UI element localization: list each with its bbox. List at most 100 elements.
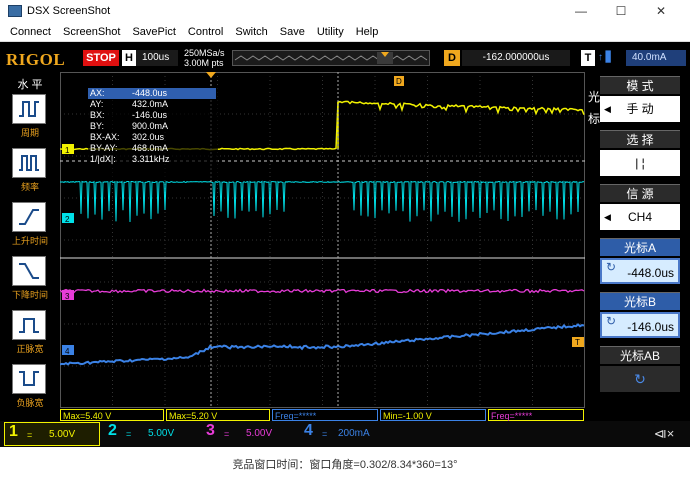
delay-value[interactable]: -162.000000us: [462, 50, 570, 66]
rotate-knob-icon: ↻: [634, 371, 646, 387]
channel-2-scale: 5.00V: [148, 428, 175, 439]
channel-1-tab[interactable]: 1 = 5.00V: [4, 422, 100, 446]
oscilloscope-app: DSX ScreenShot — ☐ ✕ Connect ScreenShot …: [0, 0, 690, 447]
cursor-a-value[interactable]: ↻ -448.0us: [600, 258, 680, 284]
readout-row: BY: 900.0mA: [90, 121, 169, 131]
channel-3-scale: 5.00V: [246, 428, 273, 439]
memory-ruler-graphic: [234, 52, 428, 64]
measurement-status-bar: Max=5.40 V Max=5.20 V Freq=***** Min=-1.…: [60, 409, 585, 421]
cursor-menu-title: 光标: [588, 90, 601, 126]
cursor-ab-header: 光标AB: [600, 346, 680, 364]
ch2-max: Max=5.20 V: [166, 409, 270, 421]
left-menu-header: 水 平: [17, 79, 43, 91]
menu-connect[interactable]: Connect: [10, 26, 51, 38]
channel-4-number: 4: [304, 422, 313, 439]
min-value: Min=-1.00 V: [380, 409, 486, 421]
channel-4-tab[interactable]: 4 = 200mA: [298, 422, 394, 446]
rotate-knob-icon: ↻: [606, 260, 617, 274]
channel-3-tab[interactable]: 3 = 5.00V: [200, 422, 296, 446]
readout-row: AY: 432.0mA: [90, 99, 169, 109]
left-measure-menu: 水 平 周期 频率 上升时间 下降时间 正脉宽 负脉宽: [0, 72, 60, 412]
period-icon: [19, 101, 39, 117]
select-header: 选 择: [600, 130, 680, 148]
waveform-display[interactable]: 1 2 3 4 T D AX: -448.0us AY: 432.0mA BX: -146.0u…: [60, 72, 585, 408]
menu-screenshot[interactable]: ScreenShot: [63, 26, 120, 38]
channel-3-marker-label: 3: [65, 292, 70, 301]
left-arrow-icon: ◀: [604, 212, 611, 222]
channel-2-number: 2: [108, 422, 117, 439]
source-select[interactable]: ◀ CH4: [600, 204, 680, 230]
cursor-readout-panel: AX: -448.0us AY: 432.0mA BX: -146.0us BY: 90…: [88, 88, 218, 178]
timebase-value[interactable]: 100us: [136, 50, 178, 66]
channel-3-coupling: =: [224, 429, 230, 439]
close-button[interactable]: ✕: [646, 0, 676, 22]
memory-depth: 3.00M pts: [184, 58, 224, 68]
rise-time-label: 上升时间: [11, 236, 48, 246]
frequency-button[interactable]: [12, 148, 46, 178]
maximize-button[interactable]: ☐: [606, 0, 636, 22]
readout-row: BX: -146.0us: [90, 110, 168, 120]
channel-1-marker-label: 1: [65, 146, 70, 155]
delay-key: D: [444, 50, 460, 66]
channel-1-scale: 5.00V: [49, 429, 76, 440]
fall-time-button[interactable]: [12, 256, 46, 286]
sample-rate: 250MSa/s: [184, 48, 225, 58]
trigger-position-marker: [206, 72, 216, 78]
period-button[interactable]: [12, 94, 46, 124]
negative-width-button[interactable]: [12, 364, 46, 394]
ch1-max: Max=5.40 V: [60, 409, 164, 421]
readout-row: BX-AX: 302.0us: [90, 132, 165, 142]
cursor-menu: 光标 模 式 ◀ 手 动 选 择 | ¦ 信 源 ◀ CH4 光标A ↻ -448.0…: [588, 72, 690, 412]
title-bar: DSX ScreenShot — ☐ ✕: [0, 0, 690, 22]
menu-utility[interactable]: Utility: [317, 26, 344, 38]
left-arrow-icon: ◀: [604, 104, 611, 114]
menu-control[interactable]: Control: [188, 26, 223, 38]
trigger-level-marker-label: T: [575, 338, 580, 347]
freq-1: Freq=*****: [272, 409, 378, 421]
period-label: 周期: [20, 128, 39, 138]
rotate-knob-icon: ↻: [606, 314, 617, 328]
minimize-button[interactable]: —: [566, 0, 596, 22]
app-logo-icon: [8, 5, 22, 17]
cursor-b-value[interactable]: ↻ -146.0us: [600, 312, 680, 338]
mode-header: 模 式: [600, 76, 680, 94]
cursor-ab-knob[interactable]: ↻: [600, 366, 680, 392]
menu-savepict[interactable]: SavePict: [132, 26, 175, 38]
fall-time-label: 下降时间: [11, 290, 48, 300]
positive-width-label: 正脉宽: [16, 344, 44, 354]
scope-top-bar: RIGOL STOP H 100us 250MSa/s 3.00M pts D …: [0, 44, 690, 72]
trigger-edge-icon: ↑ ▋: [598, 52, 614, 63]
rise-time-button[interactable]: [12, 202, 46, 232]
channel-3-number: 3: [206, 422, 215, 439]
channel-bar: 1 = 5.00V 2 = 5.00V 3 = 5.00V 4 = 200mA …: [0, 421, 690, 447]
select-value[interactable]: | ¦: [600, 150, 680, 176]
negative-width-icon: [19, 371, 39, 386]
source-header: 信 源: [600, 184, 680, 202]
menu-bar: Connect ScreenShot SavePict Control Swit…: [0, 22, 690, 42]
freq-2: Freq=*****: [488, 409, 584, 421]
fall-time-icon: [19, 263, 39, 279]
run-stop-indicator[interactable]: STOP: [83, 50, 119, 66]
rise-time-icon: [19, 209, 39, 225]
channel-2-coupling: =: [126, 429, 132, 439]
trigger-level[interactable]: 40.0mA: [626, 50, 686, 66]
menu-help[interactable]: Help: [356, 26, 379, 38]
mode-select[interactable]: ◀ 手 动: [600, 96, 680, 122]
speaker-icon[interactable]: ⧏×: [646, 422, 682, 446]
channel-4-scale: 200mA: [338, 428, 370, 439]
trigger-key: T: [581, 50, 595, 66]
horizontal-key: H: [122, 50, 136, 66]
channel-2-tab[interactable]: 2 = 5.00V: [102, 422, 198, 446]
readout-row: AX: -448.0us: [88, 88, 216, 99]
cursor-readout-table: AX: -448.0us AY: 432.0mA BX: -146.0us BY: 90…: [88, 88, 216, 165]
channel-4-marker-label: 4: [65, 347, 70, 356]
menu-switch[interactable]: Switch: [235, 26, 267, 38]
menu-save[interactable]: Save: [280, 26, 305, 38]
memory-position-ruler[interactable]: [232, 50, 430, 66]
frequency-label: 频率: [20, 182, 39, 192]
delay-marker-label: D: [396, 77, 402, 86]
negative-width-label: 负脉宽: [16, 398, 44, 408]
positive-width-button[interactable]: [12, 310, 46, 340]
channel-1-number: 1: [9, 423, 18, 440]
channel-2-marker-label: 2: [65, 215, 70, 224]
